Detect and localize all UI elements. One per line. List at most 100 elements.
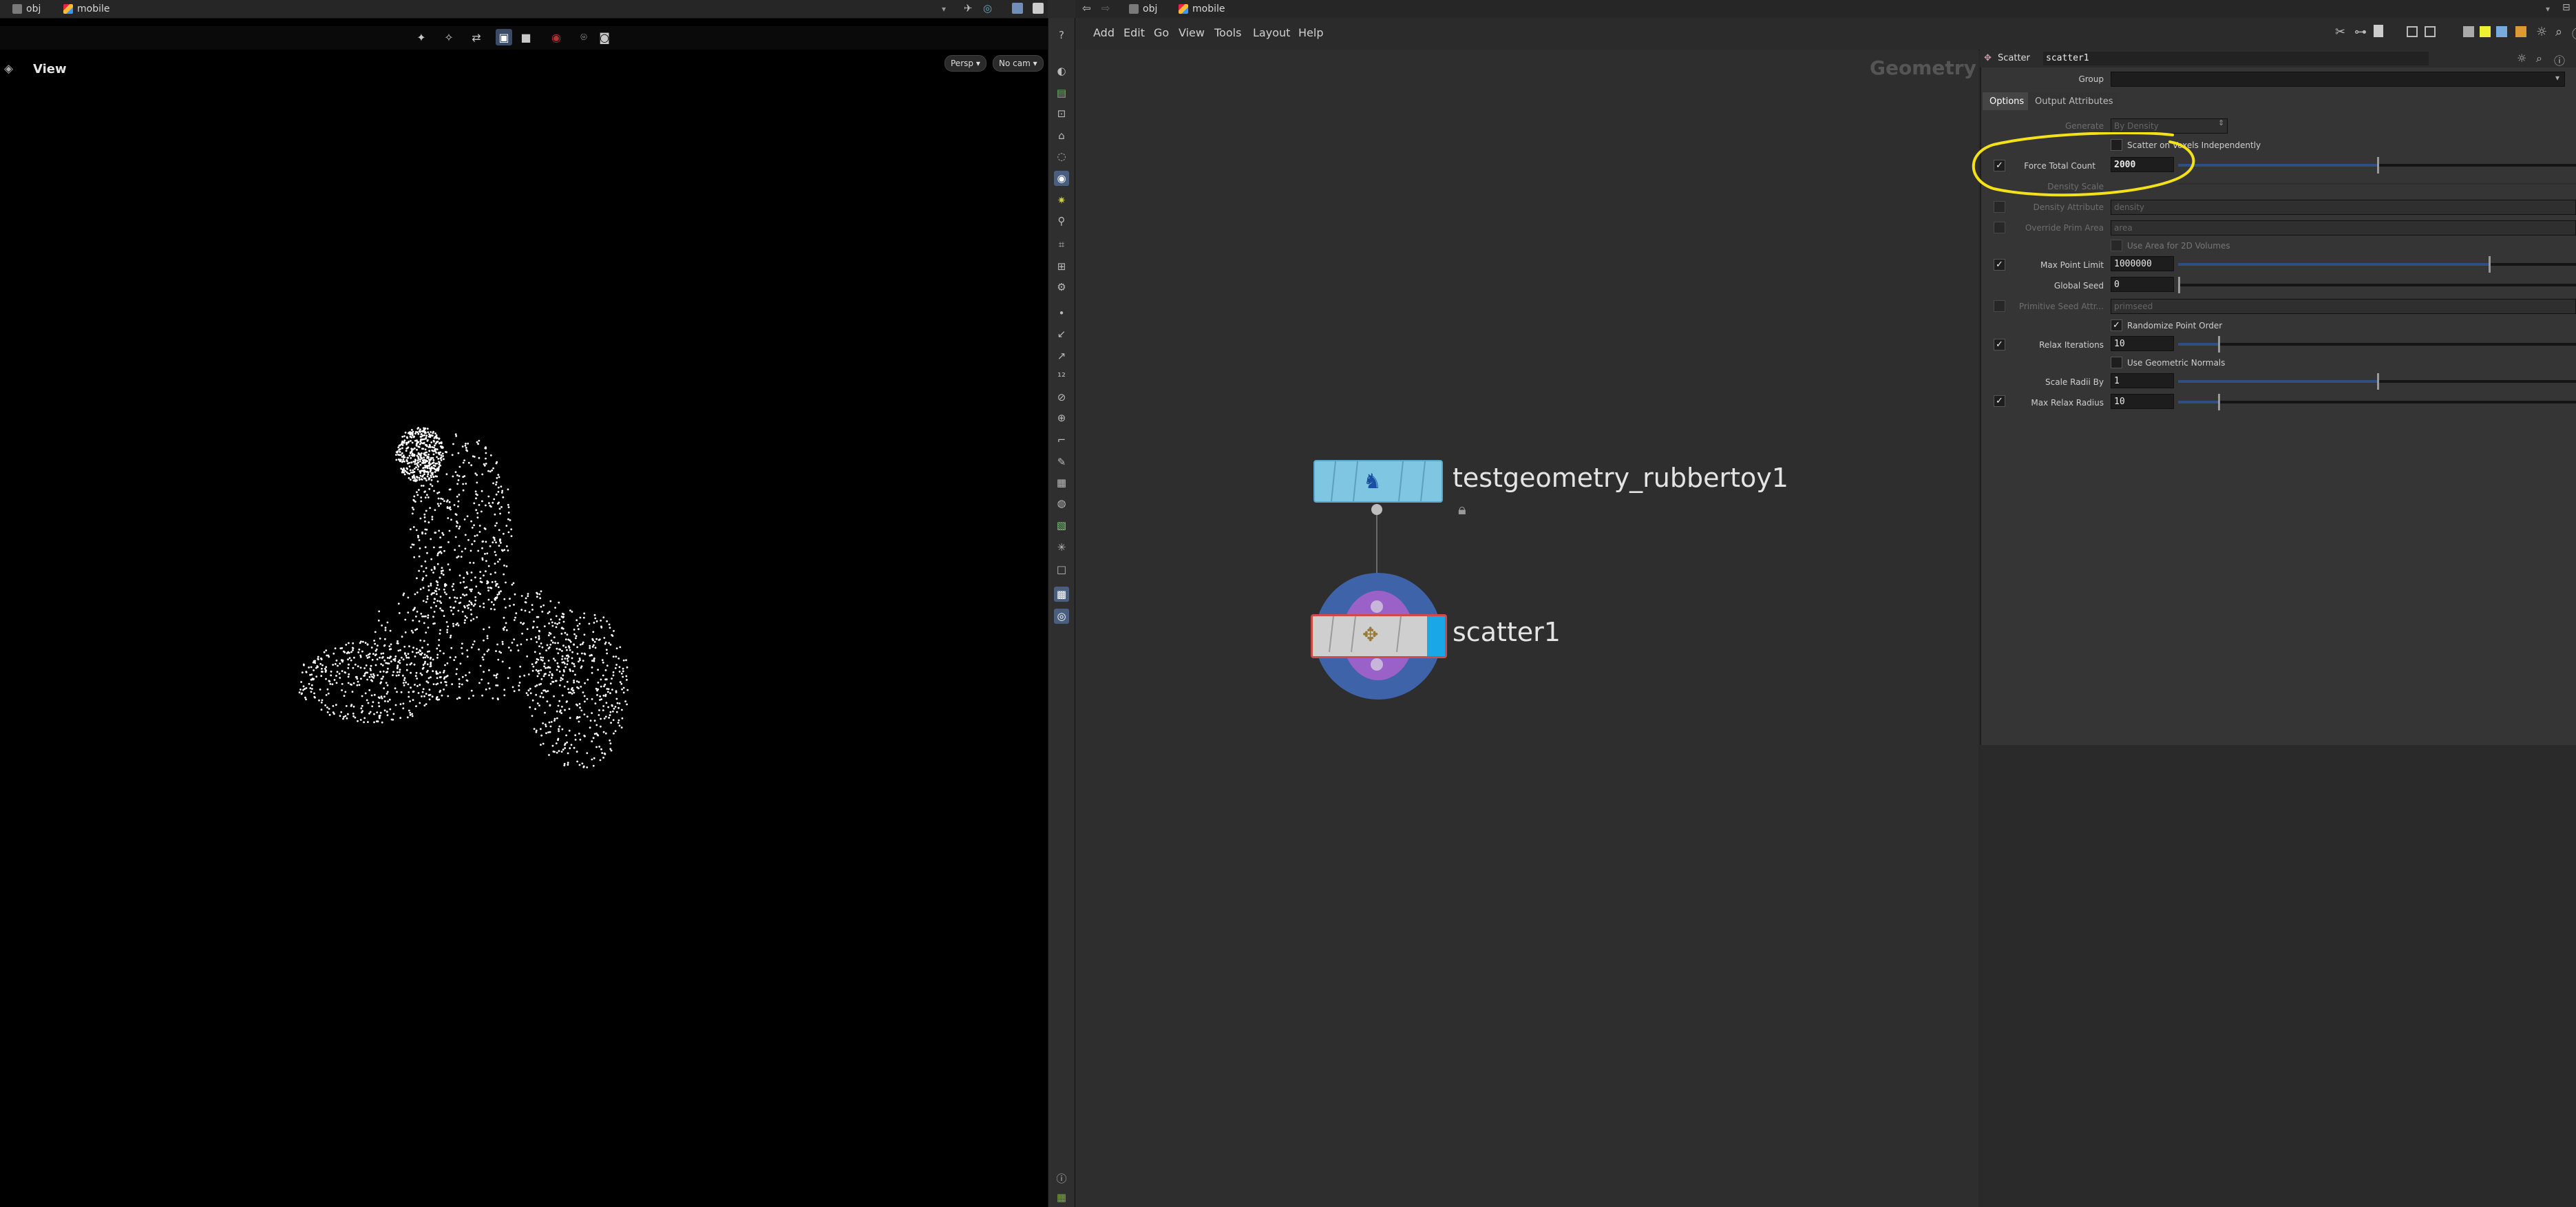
vector-display-icon[interactable]: ↗ <box>1054 348 1069 364</box>
flip-tool-icon[interactable]: ⇄ <box>468 29 485 45</box>
sticky-note-icon[interactable] <box>2480 26 2491 37</box>
normal-display-icon[interactable]: ↙ <box>1054 326 1069 342</box>
use-geometric-normals-checkbox[interactable] <box>2111 357 2122 368</box>
lock-camera-icon[interactable]: ⊡ <box>1054 106 1069 121</box>
max-point-limit-field[interactable]: 1000000 <box>2111 256 2174 271</box>
slider-handle[interactable] <box>2217 394 2220 410</box>
search-icon[interactable]: ⌕ <box>2555 25 2562 39</box>
edit-icon[interactable]: ✎ <box>1054 454 1069 470</box>
palette-icon[interactable] <box>2515 26 2526 37</box>
camera-icon[interactable]: ⌾ <box>576 29 592 45</box>
help-icon[interactable]: ⓘ <box>2554 52 2565 68</box>
info-icon[interactable]: ⓘ <box>2572 25 2576 43</box>
template-icon[interactable]: ▧ <box>1054 518 1069 533</box>
prim-display-icon[interactable]: ⊕ <box>1054 410 1069 426</box>
menu-view[interactable]: View <box>1179 26 1205 39</box>
primitive-seed-field[interactable]: primseed <box>2111 299 2576 314</box>
tree-icon[interactable]: ⊶ <box>2354 25 2367 39</box>
node-scatter1[interactable]: ✥ <box>1311 614 1447 658</box>
wireframe-mode-icon[interactable]: ■ <box>518 29 534 45</box>
scattered-points-geometry[interactable] <box>275 413 688 785</box>
grid-icon[interactable]: ⌗ <box>1054 237 1069 252</box>
light-icon[interactable]: ✷ <box>1054 193 1069 208</box>
max-point-limit-slider[interactable] <box>2178 256 2576 273</box>
snapshot-icon[interactable]: ◙ <box>596 29 613 45</box>
transform-tool-icon[interactable]: ✧ <box>441 29 457 45</box>
slider-handle[interactable] <box>2178 277 2180 293</box>
dots-view-icon[interactable]: ◎ <box>1054 609 1069 624</box>
search-icon[interactable]: ⌕ <box>2536 52 2542 65</box>
scatter-output-connector[interactable] <box>1371 658 1383 671</box>
ghost-icon[interactable]: ◉ <box>1054 171 1069 186</box>
help-icon[interactable]: ? <box>1054 28 1069 43</box>
network-path-dropdown-icon[interactable]: ▾ <box>2546 4 2550 14</box>
numbers-display-icon[interactable]: ¹² <box>1054 369 1069 384</box>
path-root[interactable]: obj <box>12 2 41 16</box>
menu-add[interactable]: Add <box>1093 26 1115 39</box>
network-path-root[interactable]: obj <box>1129 2 1157 16</box>
backface-icon[interactable]: ◍ <box>1054 496 1069 511</box>
camera-mode-menu[interactable]: Persp ▾ <box>944 55 986 72</box>
back-icon[interactable]: ⇦ <box>1082 2 1091 14</box>
handle-icon[interactable]: ⚙ <box>1054 280 1069 295</box>
info-icon[interactable]: ⓘ <box>1054 1171 1069 1186</box>
density-attribute-field[interactable]: density <box>2111 200 2576 215</box>
display-options-icon[interactable]: ▤ <box>1054 85 1069 101</box>
camera-menu[interactable]: No cam ▾ <box>993 55 1044 72</box>
link-icon[interactable]: ◎ <box>983 2 992 14</box>
menu-help[interactable]: Help <box>1298 26 1323 39</box>
gear-icon[interactable]: ☼ <box>2517 52 2526 65</box>
relax-iterations-slider[interactable] <box>2178 336 2576 353</box>
uv-display-icon[interactable]: ⊘ <box>1054 390 1069 405</box>
pane-menu-icon[interactable]: ⊟ <box>2562 2 2570 13</box>
display-flag[interactable] <box>1427 616 1445 656</box>
force-total-count-slider[interactable] <box>2178 157 2576 174</box>
menu-go[interactable]: Go <box>1154 26 1169 39</box>
override-prim-area-field[interactable]: area <box>2111 220 2576 235</box>
frame-icon[interactable]: ◌ <box>1054 149 1069 164</box>
max-relax-radius-field[interactable]: 10 <box>2111 394 2174 409</box>
maximize-icon[interactable] <box>1033 3 1044 14</box>
home-view-icon[interactable]: ⌂ <box>1054 128 1069 143</box>
pin-icon[interactable]: ✈ <box>964 2 973 14</box>
construction-plane-icon[interactable]: ⊞ <box>1054 259 1069 274</box>
snap-icon[interactable]: ⚲ <box>1054 213 1069 229</box>
node-testgeometry-rubbertoy[interactable]: ♞ <box>1313 460 1443 503</box>
split-icon[interactable] <box>1012 3 1023 14</box>
use-area-2d-checkbox[interactable] <box>2111 240 2122 251</box>
global-seed-slider[interactable] <box>2178 277 2576 293</box>
node-name-field[interactable]: scatter1 <box>2043 52 2429 65</box>
slider-handle[interactable] <box>2377 373 2379 390</box>
group-field[interactable] <box>2111 72 2565 87</box>
point-display-icon[interactable]: • <box>1054 306 1069 321</box>
menu-layout[interactable]: Layout <box>1253 26 1290 39</box>
scale-radii-slider[interactable] <box>2178 373 2576 390</box>
select-tool-icon[interactable]: ✦ <box>413 29 430 45</box>
scatter-input-connector[interactable] <box>1371 600 1383 613</box>
shaded-mode-icon[interactable]: ▣ <box>496 29 512 45</box>
randomize-point-order-checkbox[interactable]: ✓ <box>2111 319 2122 331</box>
visibility-icon[interactable]: ◐ <box>1054 63 1069 78</box>
list-view-icon[interactable] <box>2374 25 2383 37</box>
generate-menu[interactable]: By Density <box>2111 118 2228 134</box>
quad-view-icon[interactable]: ▦ <box>1054 1190 1069 1205</box>
list-layout-icon[interactable] <box>2425 26 2436 37</box>
measure-icon[interactable]: ⌐ <box>1054 432 1069 448</box>
box-display-icon[interactable]: □ <box>1054 562 1069 577</box>
menu-tools[interactable]: Tools <box>1214 26 1241 39</box>
image-icon[interactable] <box>2463 26 2474 37</box>
gear-icon[interactable]: ☼ <box>2536 25 2547 39</box>
wrench-icon[interactable]: ✂ <box>2335 25 2345 39</box>
max-relax-radius-slider[interactable] <box>2178 394 2576 410</box>
network-box-icon[interactable] <box>2496 26 2507 37</box>
generate-spinner-icon[interactable]: ⇕ <box>2218 118 2224 127</box>
forward-icon[interactable]: ⇨ <box>1101 2 1110 14</box>
scale-radii-field[interactable]: 1 <box>2111 373 2174 388</box>
xray-icon[interactable]: ✳ <box>1054 540 1069 555</box>
network-path-node[interactable]: mobile <box>1179 2 1225 16</box>
slider-handle[interactable] <box>2377 157 2379 174</box>
relax-iterations-field[interactable]: 10 <box>2111 336 2174 351</box>
scene-view-icon[interactable]: ▩ <box>1054 587 1069 602</box>
node1-output-connector[interactable] <box>1371 504 1382 515</box>
record-icon[interactable]: ◉ <box>548 29 564 45</box>
